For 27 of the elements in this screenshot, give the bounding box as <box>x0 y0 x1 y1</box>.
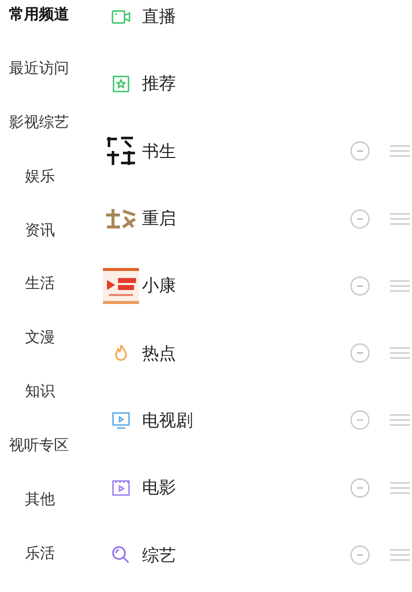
film-icon <box>111 478 131 498</box>
drag-handle-icon[interactable] <box>390 482 410 494</box>
channel-name[interactable]: 热点 <box>142 342 350 365</box>
drag-handle-icon[interactable] <box>390 549 410 562</box>
drag-handle-icon[interactable] <box>390 347 410 360</box>
magnifier-icon <box>111 545 131 566</box>
channel-name[interactable]: 重启 <box>142 207 350 230</box>
channel-name[interactable]: 直播 <box>142 5 412 28</box>
drag-handle-icon[interactable] <box>390 212 410 225</box>
channel-name[interactable]: 综艺 <box>142 544 350 567</box>
channel-name[interactable]: 小康 <box>142 274 350 298</box>
remove-icon[interactable] <box>350 208 370 229</box>
remove-icon[interactable] <box>350 478 370 498</box>
remove-icon[interactable] <box>350 545 370 566</box>
channel-name[interactable]: 推荐 <box>142 72 412 96</box>
drag-handle-icon[interactable] <box>390 145 410 158</box>
channel-name[interactable]: 电影 <box>142 476 350 500</box>
remove-icon[interactable] <box>350 410 370 430</box>
channel-name[interactable]: 电视剧 <box>142 408 350 432</box>
tv-icon <box>111 410 131 430</box>
drag-handle-icon[interactable] <box>390 280 410 292</box>
remove-icon[interactable] <box>350 343 370 364</box>
channel-name[interactable]: 书生 <box>142 140 350 163</box>
sidebar-item[interactable]: 常用频道 <box>0 0 90 42</box>
remove-icon[interactable] <box>350 276 370 296</box>
remove-icon[interactable] <box>350 141 370 162</box>
drag-handle-icon[interactable] <box>390 414 410 426</box>
